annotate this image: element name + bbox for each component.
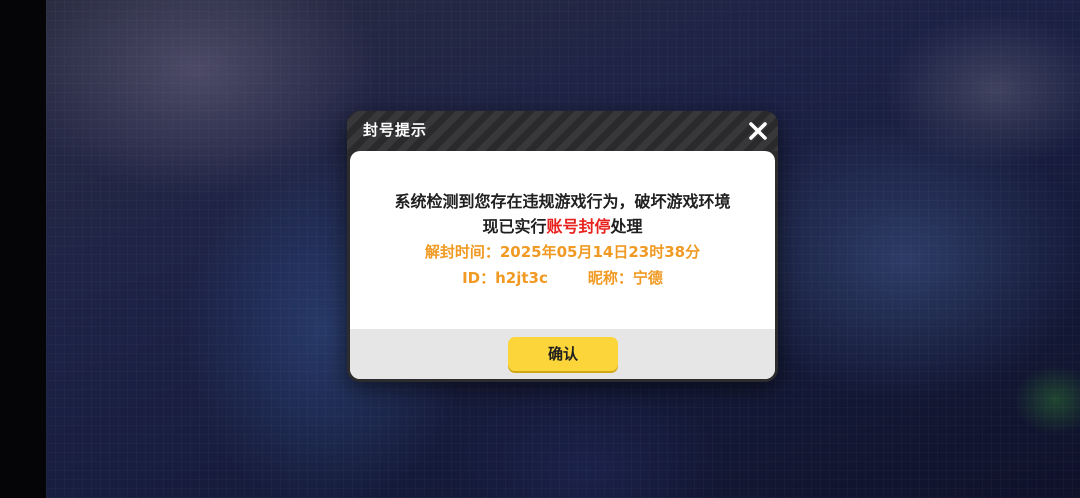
confirm-button[interactable]: 确认 (508, 337, 618, 371)
nickname-label: 昵称： (587, 269, 633, 287)
nickname-value: 宁德 (632, 269, 663, 287)
unban-time-value: 2025年05月14日23时38分 (499, 243, 701, 261)
unban-time-row: 解封时间：2025年05月14日23时38分 (350, 239, 775, 265)
dialog-body: 系统检测到您存在违规游戏行为，破坏游戏环境 现已实行账号封停处理 解封时间：20… (350, 151, 775, 379)
violation-text: 系统检测到您存在违规游戏行为，破坏游戏环境 (394, 192, 731, 211)
screen-edge-bar (0, 0, 46, 498)
action-suffix: 处理 (610, 217, 643, 236)
close-button[interactable] (746, 119, 770, 143)
action-prefix: 现已实行 (482, 217, 547, 236)
ban-notice-dialog: 封号提示 系统检测到您存在违规游戏行为，破坏游戏环境 现已实行账号封停处理 解封… (347, 111, 778, 382)
ban-action-highlight: 账号封停 (546, 217, 611, 236)
action-text: 现已实行账号封停处理 (350, 214, 775, 239)
dialog-titlebar: 封号提示 (347, 111, 778, 151)
ban-message: 系统检测到您存在违规游戏行为，破坏游戏环境 现已实行账号封停处理 解封时间：20… (350, 189, 775, 291)
id-value: h2jt3c (495, 269, 548, 287)
account-info-row: ID：h2jt3c 昵称：宁德 (350, 265, 775, 291)
unban-time-label: 解封时间： (424, 243, 500, 261)
dialog-footer: 确认 (350, 329, 775, 379)
id-label: ID： (462, 269, 496, 287)
dialog-title: 封号提示 (363, 121, 428, 139)
close-icon (749, 122, 767, 140)
